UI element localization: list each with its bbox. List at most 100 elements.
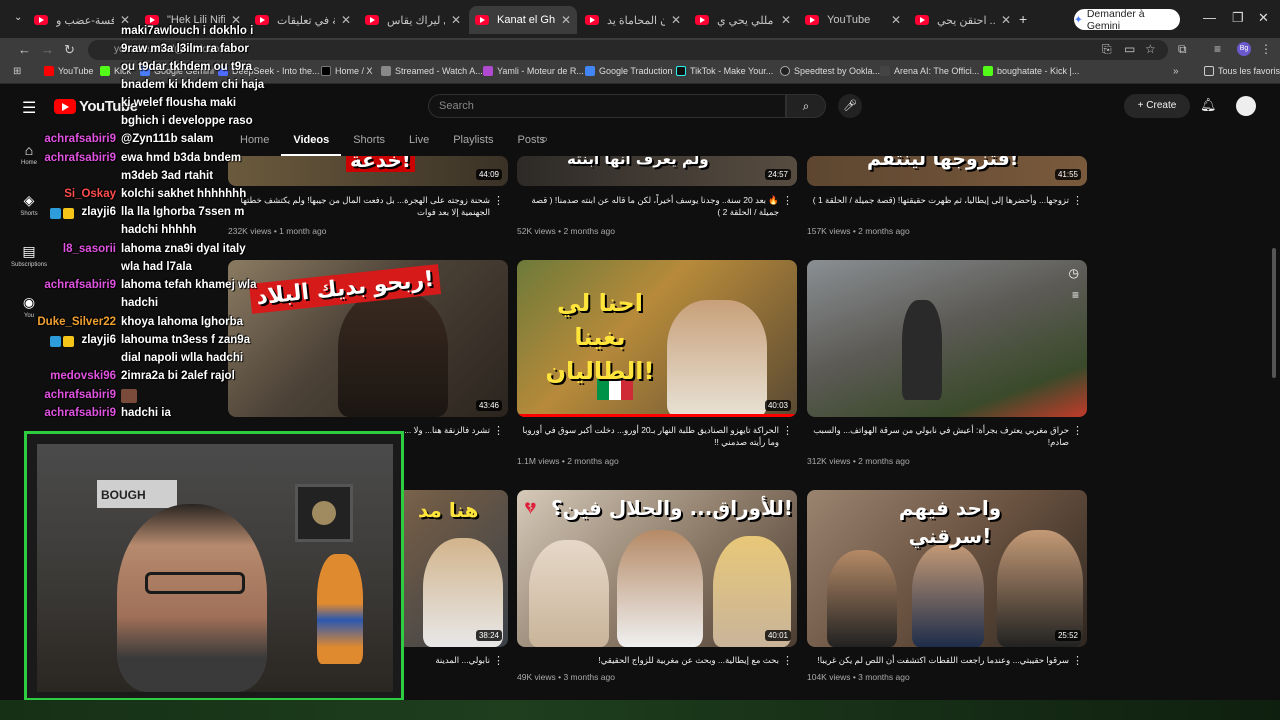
more-options-icon[interactable]: ⋮ xyxy=(782,194,793,207)
tab-live[interactable]: Live xyxy=(397,128,441,156)
maximize-button[interactable]: ❐ xyxy=(1232,10,1244,26)
bookmark-star-icon[interactable]: ☆ xyxy=(1145,42,1156,56)
notifications-bell-icon[interactable]: 🔔︎ xyxy=(1200,97,1217,113)
bookmark-item[interactable]: Home / X xyxy=(321,66,373,76)
add-to-queue-icon[interactable]: ≡ xyxy=(1072,288,1079,302)
youtube-favicon-icon xyxy=(805,15,819,25)
tab-posts[interactable]: Posts xyxy=(506,128,558,156)
more-options-icon[interactable]: ⋮ xyxy=(1072,654,1083,667)
video-card[interactable]: ولم يعرف أنها ابنته 24:57 🔥 بعد 20 سنة..… xyxy=(517,156,797,242)
close-icon[interactable]: ✕ xyxy=(341,13,351,27)
tab-shorts[interactable]: Shorts xyxy=(341,128,397,156)
youtube-favicon-icon xyxy=(475,15,489,25)
video-card[interactable]: 💔︎ للأوراق... والحلال فين؟! 40:01 بحث مع… xyxy=(517,490,797,690)
wall-frame xyxy=(295,484,353,542)
glasses xyxy=(145,572,245,594)
close-icon[interactable]: ✕ xyxy=(891,13,901,27)
bookmark-item[interactable]: TikTok - Make Your... xyxy=(676,66,773,76)
voice-search-button[interactable]: 🎤︎ xyxy=(838,94,862,118)
more-options-icon[interactable]: ⋮ xyxy=(493,424,504,437)
search-icon: ⌕ xyxy=(802,99,810,113)
browser-tab[interactable]: حي ليراك يقاس -✕ xyxy=(359,8,467,32)
streamed-icon xyxy=(381,66,391,76)
new-tab-button[interactable]: + xyxy=(1019,11,1027,27)
translate-icon[interactable]: ⎘ xyxy=(1102,42,1112,57)
tab-videos[interactable]: Videos xyxy=(281,128,342,156)
account-avatar[interactable] xyxy=(1236,96,1256,116)
bookmark-item[interactable]: boughatate - Kick |... xyxy=(983,66,1079,76)
video-thumbnail[interactable]: ربحو بديك البلاد! 43:46 xyxy=(228,260,508,417)
video-card[interactable]: واحد فيهم سرقني! 25:52 سرقوا حقيبتي... و… xyxy=(807,490,1087,690)
video-card[interactable]: احنا لي بغينا الطاليان! 40:03 الحراكة تا… xyxy=(517,260,797,470)
browser-tab[interactable]: قانون المحاماة يد✕ xyxy=(579,8,687,32)
chat-username: l8_sasorii xyxy=(62,243,116,255)
video-title[interactable]: 🔥 بعد 20 سنة.. وجدنا يوسف أخيراً، لكن ما… xyxy=(517,194,779,218)
more-options-icon[interactable]: ⋮ xyxy=(782,424,793,437)
video-title[interactable]: تزوجها... وأحضرها إلى إيطاليا، ثم ظهرت ح… xyxy=(807,194,1069,218)
browser-tab[interactable]: فاس.. احتقن يحي✕ xyxy=(909,8,1017,32)
video-thumbnail[interactable]: 💔︎ للأوراق... والحلال فين؟! 40:01 xyxy=(517,490,797,647)
microphone-icon: 🎤︎ xyxy=(843,100,857,112)
close-icon[interactable]: ✕ xyxy=(781,13,791,27)
video-title[interactable]: الحراكة تايهزو الصناديق طلبة النهار بـ20… xyxy=(517,424,780,448)
browser-tab[interactable]: YouTube ✕ xyxy=(799,8,907,32)
more-bookmarks-icon[interactable]: » xyxy=(1173,66,1179,77)
person-figure xyxy=(902,300,942,400)
video-card[interactable]: ◷ ≡ حراق مغربي يعترف بجرأة: أعيش في نابو… xyxy=(807,260,1087,470)
channel-search-icon[interactable]: ⌕ xyxy=(541,131,548,147)
video-title[interactable]: سرقوا حقيبتي... وعندما راجعت اللقطات اكت… xyxy=(807,654,1069,666)
webcam-overlay: BOUGH xyxy=(24,431,404,701)
more-options-icon[interactable]: ⋮ xyxy=(782,654,793,667)
chat-username: zlayji6 xyxy=(81,334,116,346)
stream-chat-overlay: maki7awlouch i dokhlo i 9raw m3a l3ilm r… xyxy=(0,0,270,430)
video-thumbnail[interactable]: فتزوجها لينتقم! 41:55 xyxy=(807,156,1087,186)
video-meta: 157K views • 2 months ago xyxy=(807,226,910,236)
more-options-icon[interactable]: ⋮ xyxy=(493,654,504,667)
close-icon[interactable]: ✕ xyxy=(671,13,681,27)
media-icon[interactable]: ≡ xyxy=(1214,42,1221,56)
video-card[interactable]: خدعة! 44:09 شحنة زوجته على الهجرة... بل … xyxy=(228,156,508,242)
video-title[interactable]: حراق مغربي يعترف بجرأة: أعيش في نابولي م… xyxy=(807,424,1069,448)
gemini-button[interactable]: ✦ Demander à Gemini xyxy=(1074,8,1180,32)
close-icon[interactable]: ✕ xyxy=(1001,13,1011,27)
bookmark-item[interactable]: Arena AI: The Offici... xyxy=(880,66,979,76)
window-close-button[interactable]: ✕ xyxy=(1258,10,1269,26)
more-options-icon[interactable]: ⋮ xyxy=(1072,424,1083,437)
google-translate-icon xyxy=(585,66,595,76)
close-icon[interactable]: ✕ xyxy=(451,13,461,27)
video-thumbnail[interactable]: خدعة! 44:09 xyxy=(228,156,508,186)
page-scrollbar[interactable] xyxy=(1272,248,1276,378)
minimize-button[interactable]: — xyxy=(1203,10,1216,25)
create-button[interactable]: + Create xyxy=(1124,94,1190,118)
bookmark-item[interactable]: Streamed - Watch A... xyxy=(381,66,483,76)
cast-icon[interactable]: ▭ xyxy=(1124,42,1135,56)
kick-icon xyxy=(983,66,993,76)
bookmark-item[interactable]: Speedtest by Ookla... xyxy=(780,66,880,76)
chat-username: medovski96 xyxy=(50,370,116,382)
search-input[interactable]: Search xyxy=(428,94,786,118)
video-thumbnail[interactable]: ◷ ≡ xyxy=(807,260,1087,417)
speedtest-icon xyxy=(780,66,790,76)
video-thumbnail[interactable]: واحد فيهم سرقني! 25:52 xyxy=(807,490,1087,647)
close-icon[interactable]: ✕ xyxy=(561,13,571,27)
bookmark-item[interactable]: Google Traduction xyxy=(585,66,673,76)
browser-profile-avatar[interactable]: Bg xyxy=(1237,42,1251,56)
channel-tabs: Home Videos Shorts Live Playlists Posts xyxy=(228,128,557,156)
more-options-icon[interactable]: ⋮ xyxy=(1072,194,1083,207)
search-button[interactable]: ⌕ xyxy=(786,94,826,118)
browser-menu-icon[interactable]: ⋮ xyxy=(1260,42,1272,56)
video-thumbnail[interactable]: ولم يعرف أنها ابنته 24:57 xyxy=(517,156,797,186)
video-title[interactable]: بحث مع إيطالية... وبحث عن مغربية للزواج … xyxy=(517,654,779,666)
video-meta: 1.1M views • 2 months ago xyxy=(517,456,619,466)
video-thumbnail[interactable]: احنا لي بغينا الطاليان! 40:03 xyxy=(517,260,797,417)
browser-tab-active[interactable]: Kanat el Ghorba✕ xyxy=(469,6,577,34)
bookmark-item[interactable]: Yamli - Moteur de R... xyxy=(483,66,584,76)
all-bookmarks-folder[interactable]: Tous les favoris xyxy=(1204,66,1280,76)
more-options-icon[interactable]: ⋮ xyxy=(493,194,504,207)
tab-playlists[interactable]: Playlists xyxy=(441,128,505,156)
browser-tab[interactable]: شاب مللي يحي ي✕ xyxy=(689,8,797,32)
video-card[interactable]: فتزوجها لينتقم! 41:55 تزوجها... وأحضرها … xyxy=(807,156,1087,242)
watch-later-icon[interactable]: ◷ xyxy=(1069,266,1079,280)
chat-username: zlayji6 xyxy=(81,206,116,218)
extensions-icon[interactable]: ⧉ xyxy=(1178,42,1187,57)
